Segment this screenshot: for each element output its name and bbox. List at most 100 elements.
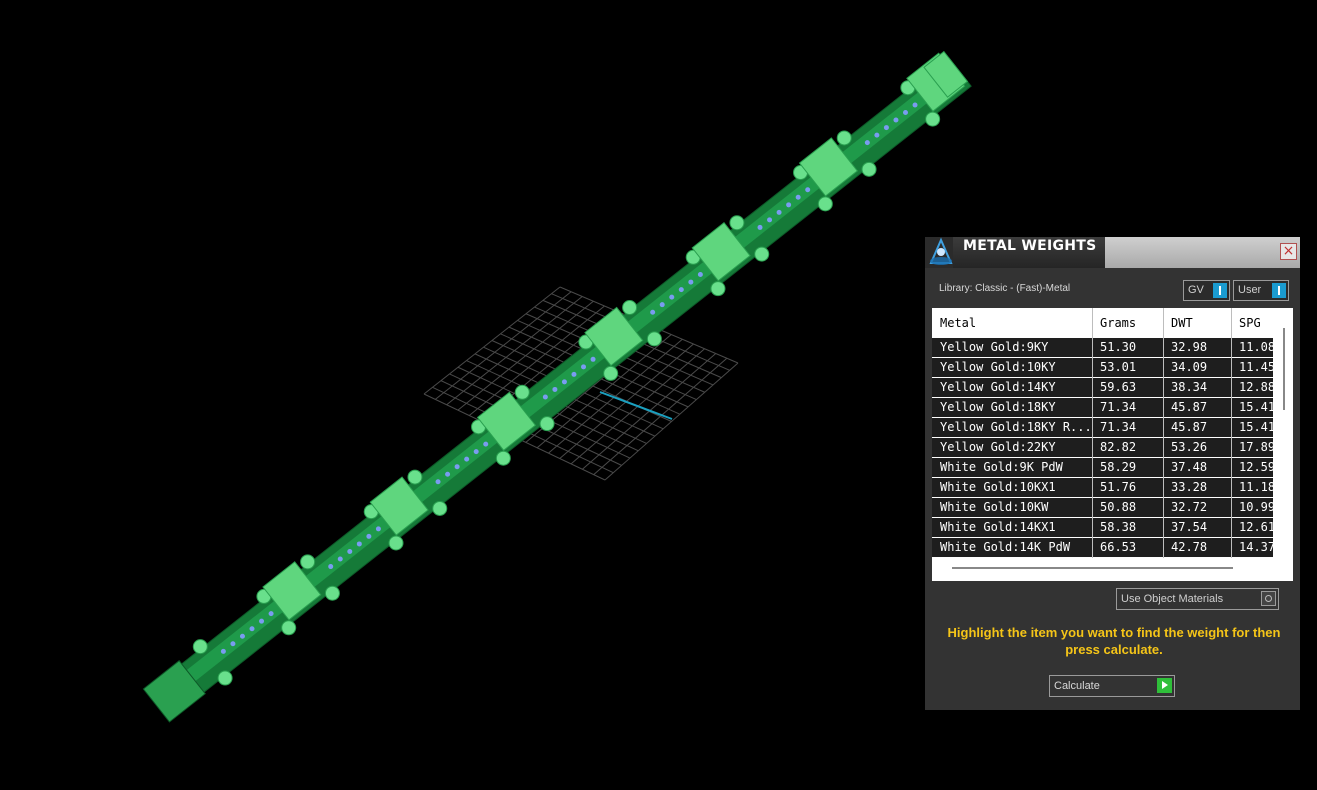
user-toggle[interactable]: User (1233, 280, 1289, 301)
pave-stone (328, 564, 334, 570)
pave-stone (220, 648, 226, 654)
gem-setting (754, 246, 770, 262)
cell-dwt: 45.87 (1171, 420, 1208, 434)
gem-setting (861, 161, 877, 177)
cell-grams: 53.01 (1100, 360, 1137, 374)
pave-stone (767, 217, 773, 223)
table-row[interactable]: Yellow Gold:22KY 82.82 53.26 17.89 (932, 438, 1273, 458)
cell-spg: 17.89 (1239, 440, 1273, 454)
cell-metal: Yellow Gold:22KY (940, 440, 1056, 454)
gem-setting (300, 554, 316, 570)
pave-stone (483, 441, 489, 447)
pave-stone (268, 611, 274, 617)
cell-spg: 15.41 (1239, 400, 1273, 414)
cell-spg: 10.99 (1239, 500, 1273, 514)
table-row[interactable]: White Gold:10KW 50.88 32.72 10.99 (932, 498, 1273, 518)
gem-setting (622, 300, 638, 316)
pave-stone (874, 132, 880, 138)
column-divider (1231, 308, 1232, 558)
cell-spg: 12.59 (1239, 460, 1273, 474)
pave-stone (375, 526, 381, 532)
pave-stone (561, 379, 567, 385)
metal-table[interactable]: Metal Grams DWT SPG Yellow Gold:9KY 51.30… (932, 308, 1293, 581)
cell-spg: 12.88 (1239, 380, 1273, 394)
cell-dwt: 34.09 (1171, 360, 1208, 374)
table-row[interactable]: White Gold:10KX1 51.76 33.28 11.18 (932, 478, 1273, 498)
horizontal-scrollbar[interactable] (952, 567, 1233, 569)
user-toggle-switch-icon[interactable] (1272, 283, 1286, 298)
pave-stone (678, 287, 684, 293)
table-row[interactable]: Yellow Gold:14KY 59.63 38.34 12.88 (932, 378, 1273, 398)
table-header: Metal Grams DWT SPG (932, 308, 1293, 338)
pave-stone (688, 279, 694, 285)
column-header-dwt[interactable]: DWT (1171, 308, 1193, 338)
cell-dwt: 45.87 (1171, 400, 1208, 414)
pave-stone (650, 309, 656, 315)
pave-stone (230, 641, 236, 647)
gem-setting (217, 670, 233, 686)
table-row[interactable]: White Gold:14KX1 58.38 37.54 12.61 (932, 518, 1273, 538)
pave-stone (757, 224, 763, 230)
gem-setting (281, 620, 297, 636)
cell-metal: Yellow Gold:14KY (940, 380, 1056, 394)
pave-stone (337, 556, 343, 562)
cell-spg: 14.37 (1239, 540, 1273, 554)
cell-dwt: 42.78 (1171, 540, 1208, 554)
gv-toggle[interactable]: GV (1183, 280, 1230, 301)
table-row[interactable]: Yellow Gold:9KY 51.30 32.98 11.08 (932, 338, 1273, 358)
gem-setting (388, 535, 404, 551)
play-arrow-icon[interactable] (1157, 678, 1172, 693)
instruction-text: Highlight the item you want to find the … (947, 625, 1281, 657)
pave-stone (239, 633, 245, 639)
gv-toggle-switch-icon[interactable] (1213, 283, 1227, 298)
gem-setting (646, 331, 662, 347)
table-row[interactable]: Yellow Gold:18KY 71.34 45.87 15.41 (932, 398, 1273, 418)
table-row[interactable]: White Gold:14K PdW 66.53 42.78 14.37 (932, 538, 1273, 558)
pave-stone (893, 117, 899, 123)
table-row[interactable]: Yellow Gold:18KY R... 71.34 45.87 15.41 (932, 418, 1273, 438)
use-object-materials-option[interactable]: Use Object Materials (1116, 588, 1279, 610)
cell-metal: White Gold:10KW (940, 500, 1049, 514)
pave-stone (473, 449, 479, 455)
panel-titlebar[interactable]: METAL WEIGHTS × (925, 237, 1300, 268)
pave-stone (542, 394, 548, 400)
pave-stone (571, 371, 577, 377)
gem-setting (836, 130, 852, 146)
gem-setting (729, 215, 745, 231)
cell-metal: Yellow Gold:9KY (940, 340, 1049, 354)
column-divider (1092, 308, 1093, 558)
gem-setting (514, 384, 530, 400)
metal-weights-panel: METAL WEIGHTS × Library: Classic - (Fast… (925, 237, 1300, 710)
pave-stone (805, 187, 811, 193)
close-icon[interactable]: × (1280, 243, 1297, 260)
pave-stone (786, 202, 792, 208)
library-label: Library: Classic - (Fast)-Metal (939, 283, 1071, 294)
cell-metal: Yellow Gold:18KY R... (940, 420, 1092, 434)
column-header-spg[interactable]: SPG (1239, 308, 1261, 338)
cell-metal: White Gold:14K PdW (940, 540, 1071, 554)
calculate-label: Calculate (1054, 680, 1100, 692)
pave-stone (366, 533, 372, 539)
use-object-materials-label: Use Object Materials (1121, 593, 1224, 605)
gem-setting (539, 416, 555, 432)
cell-dwt: 37.54 (1171, 520, 1208, 534)
gem-setting (407, 469, 423, 485)
cell-dwt: 32.98 (1171, 340, 1208, 354)
radio-button-icon[interactable] (1261, 591, 1276, 606)
user-toggle-label: User (1238, 284, 1262, 296)
cell-dwt: 37.48 (1171, 460, 1208, 474)
vertical-scrollbar[interactable] (1283, 328, 1285, 410)
table-row[interactable]: White Gold:9K PdW 58.29 37.48 12.59 (932, 458, 1273, 478)
pave-stone (259, 618, 265, 624)
cell-dwt: 53.26 (1171, 440, 1208, 454)
pave-stone (669, 294, 675, 300)
panel-title: METAL WEIGHTS (953, 237, 1105, 268)
cell-spg: 12.61 (1239, 520, 1273, 534)
column-header-metal[interactable]: Metal (940, 308, 976, 338)
calculate-button[interactable]: Calculate (1049, 675, 1175, 697)
cell-grams: 82.82 (1100, 440, 1137, 454)
cell-grams: 50.88 (1100, 500, 1137, 514)
table-row[interactable]: Yellow Gold:10KY 53.01 34.09 11.45 (932, 358, 1273, 378)
gem-setting (432, 500, 448, 516)
column-header-grams[interactable]: Grams (1100, 308, 1136, 338)
